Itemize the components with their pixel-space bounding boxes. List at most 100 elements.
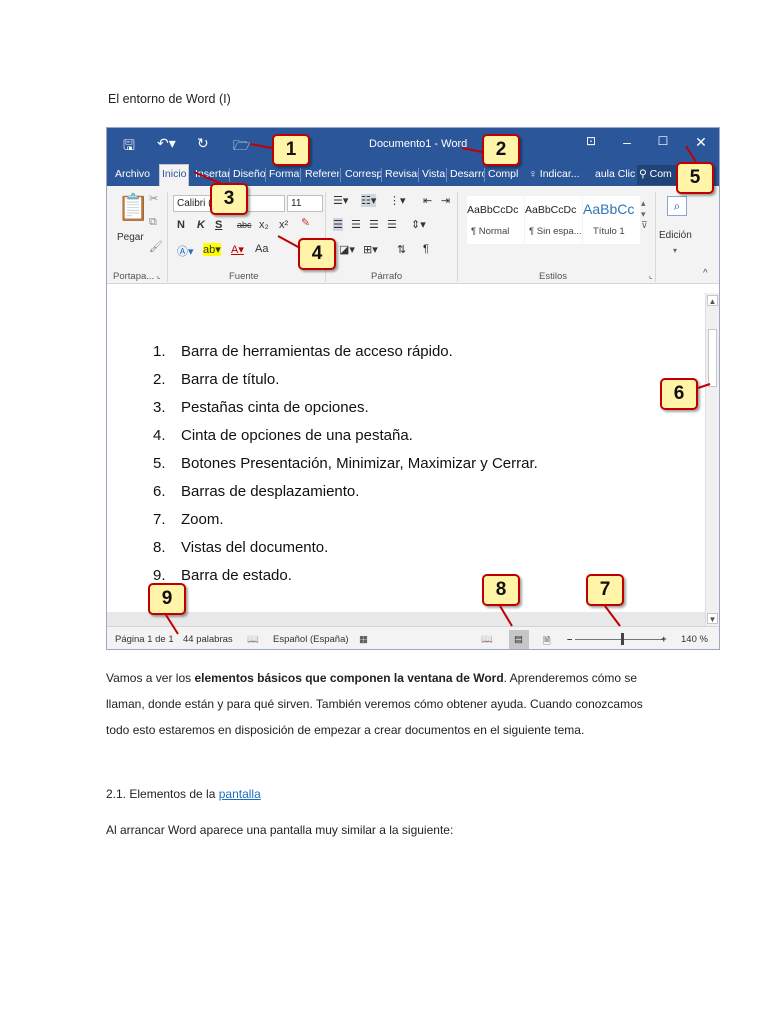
align-right-icon[interactable]: ☰ — [369, 218, 379, 231]
tab-revisar[interactable]: Revisar — [383, 165, 419, 185]
style-sample: AaBbCcDc — [525, 204, 577, 216]
intro-paragraph: Vamos a ver los elementos básicos que co… — [106, 665, 666, 743]
italic-button[interactable]: K — [197, 219, 205, 231]
clear-format-icon[interactable]: ✎ — [301, 216, 310, 229]
font-color-icon[interactable]: A▾ — [231, 243, 244, 256]
second-paragraph: Al arrancar Word aparece una pantalla mu… — [106, 823, 454, 837]
dialog-launcher-icon[interactable]: ⌞ — [157, 271, 161, 280]
borders-icon[interactable]: ⊞▾ — [363, 243, 378, 256]
show-marks-button[interactable]: ¶ — [423, 243, 429, 255]
strikethrough-button[interactable]: abc — [237, 220, 252, 230]
close-icon[interactable]: ✕ — [691, 134, 711, 151]
line-spacing-icon[interactable]: ⇕▾ — [411, 218, 426, 231]
dialog-launcher-icon[interactable]: ⌞ — [649, 271, 653, 280]
tab-correspondencia[interactable]: Corresp — [343, 165, 381, 185]
zoom-level[interactable]: 140 % — [681, 634, 708, 645]
increase-indent-icon[interactable]: ⇥ — [441, 194, 450, 207]
ribbon-tabs: Archivo Inicio Insertar Diseño Format Re… — [107, 160, 719, 186]
bold-button[interactable]: N — [177, 219, 185, 231]
editing-dropdown-icon[interactable]: ▾ — [673, 246, 677, 255]
group-font: Fuente — [229, 271, 259, 282]
window-title: Documento1 - Word — [369, 138, 468, 150]
underline-button[interactable]: S — [215, 219, 222, 231]
zoom-slider[interactable] — [575, 639, 663, 640]
undo-icon[interactable]: ↶▾ — [157, 135, 176, 152]
intro-bold-text: elementos básicos que componen la ventan… — [194, 671, 504, 685]
align-center-icon[interactable]: ☰ — [351, 218, 361, 231]
lightbulb-icon: ♀ — [529, 168, 540, 180]
web-layout-icon[interactable]: 🗎 — [543, 634, 551, 649]
highlight-icon[interactable]: ab▾ — [203, 243, 221, 256]
ribbon-display-icon[interactable]: ⊡ — [581, 134, 601, 148]
tab-format[interactable]: Format — [267, 165, 300, 185]
shading-icon[interactable]: ◪▾ — [339, 243, 355, 256]
page-count[interactable]: Página 1 de 1 — [115, 634, 174, 645]
sort-icon[interactable]: ⇅ — [397, 243, 406, 256]
tab-insertar[interactable]: Insertar — [193, 165, 229, 185]
decrease-indent-icon[interactable]: ⇤ — [423, 194, 432, 207]
document-area[interactable]: 1. Barra de herramientas de acceso rápido… — [107, 285, 705, 612]
list-number: 5. — [153, 455, 166, 472]
section-heading: 2.1. Elementos de la pantalla — [106, 787, 261, 801]
tab-desarrollador[interactable]: Desarro — [448, 165, 484, 185]
subscript-button[interactable]: x₂ — [259, 219, 269, 231]
style-normal[interactable]: AaBbCcDc ¶ Normal — [467, 196, 524, 244]
list-number: 4. — [153, 427, 166, 444]
read-mode-icon[interactable]: 📖 — [481, 634, 493, 645]
copy-icon[interactable]: ⧉ — [149, 216, 157, 229]
align-left-icon[interactable]: ☰ — [333, 218, 343, 231]
numbering-icon[interactable]: ☷▾ — [361, 194, 377, 207]
proofing-icon[interactable]: 📖 — [247, 634, 259, 645]
vertical-scrollbar[interactable]: ▲ ▼ — [705, 293, 719, 626]
justify-icon[interactable]: ☰ — [387, 218, 397, 231]
bullets-icon[interactable]: ☰▾ — [333, 194, 348, 207]
account-name[interactable]: aula Clic — [593, 165, 637, 185]
scroll-up-icon[interactable]: ▲ — [707, 295, 718, 306]
tab-referencias[interactable]: Referer — [303, 165, 339, 185]
find-icon[interactable]: ⌕ — [667, 196, 687, 216]
styles-scroll-icon[interactable]: ▴ ▾ ⊽ — [641, 198, 648, 231]
font-size-box[interactable]: 11 — [287, 195, 323, 212]
pantalla-link[interactable]: pantalla — [219, 787, 261, 801]
redo-icon[interactable]: ↻ — [197, 135, 209, 152]
group-clipboard: Portapa... — [113, 271, 155, 282]
collapse-ribbon-icon[interactable]: ^ — [703, 268, 708, 279]
scroll-down-icon[interactable]: ▼ — [707, 613, 718, 624]
word-screenshot: 🖫 ↶▾ ↻ 🗁 Documento1 - Word ⊡ – ☐ ✕ Archi… — [106, 127, 720, 650]
word-count[interactable]: 44 palabras — [183, 634, 233, 645]
callout-1: 1 — [272, 134, 310, 166]
zoom-in-icon[interactable]: + — [661, 634, 667, 645]
format-painter-icon[interactable]: 🖌 — [149, 240, 163, 253]
scroll-thumb[interactable] — [708, 329, 717, 387]
tab-inicio[interactable]: Inicio — [159, 164, 189, 186]
superscript-button[interactable]: x² — [279, 219, 288, 231]
text-effects-icon[interactable]: Ⓐ▾ — [177, 243, 194, 259]
maximize-icon[interactable]: ☐ — [653, 134, 673, 148]
minimize-icon[interactable]: – — [617, 134, 637, 150]
tell-me-box[interactable]: ♀ Indicar... — [527, 165, 582, 185]
section-prefix: 2.1. Elementos de la — [106, 787, 219, 801]
list-text: Barra de estado. — [181, 567, 292, 584]
change-case-button[interactable]: Aa — [255, 243, 268, 255]
tab-vista[interactable]: Vista — [420, 165, 446, 185]
macro-icon[interactable]: ▦ — [359, 634, 368, 645]
list-text: Botones Presentación, Minimizar, Maximiz… — [181, 455, 538, 472]
tab-complementos[interactable]: Compl — [486, 165, 520, 185]
tab-archivo[interactable]: Archivo — [113, 165, 152, 185]
editing-label[interactable]: Edición — [659, 230, 692, 241]
paste-icon[interactable]: 📋 — [117, 192, 149, 223]
language-indicator[interactable]: Español (España) — [273, 634, 349, 645]
print-layout-icon[interactable]: ▤ — [514, 634, 523, 645]
list-text: Barra de herramientas de acceso rápido. — [181, 343, 453, 360]
save-icon[interactable]: 🖫 — [123, 135, 135, 159]
paste-label[interactable]: Pegar — [117, 232, 144, 243]
tab-diseno[interactable]: Diseño — [231, 165, 265, 185]
style-heading-1[interactable]: AaBbCc Título 1 — [583, 196, 640, 244]
style-no-spacing[interactable]: AaBbCcDc ¶ Sin espa... — [525, 196, 582, 244]
cut-icon[interactable]: ✂ — [149, 192, 158, 205]
zoom-slider-handle[interactable] — [621, 633, 624, 645]
zoom-out-icon[interactable]: – — [567, 634, 572, 645]
open-folder-icon[interactable]: 🗁 — [233, 135, 250, 159]
horizontal-scroll-area[interactable] — [107, 612, 705, 626]
multilevel-list-icon[interactable]: ⋮▾ — [389, 194, 406, 207]
